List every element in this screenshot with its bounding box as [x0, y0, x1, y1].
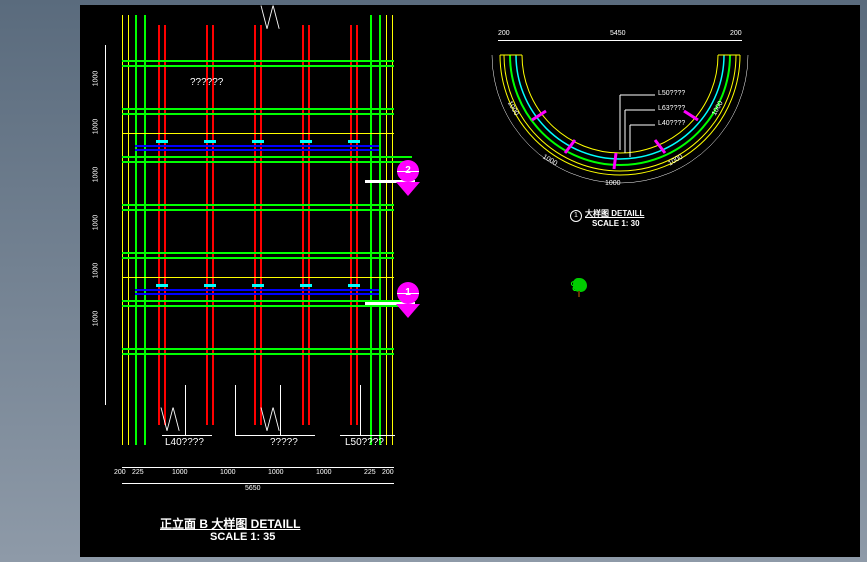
leader3h: [340, 435, 395, 436]
break-bot: ╲╱╲: [261, 407, 279, 432]
vline-r4a: [302, 25, 304, 425]
sec2-div: [397, 171, 419, 172]
vline-r5b: [356, 25, 358, 425]
arc-tdim3: 200: [730, 30, 742, 37]
conn2: [204, 140, 216, 143]
arc-tdim1: 200: [498, 30, 510, 37]
arc-svg: [480, 35, 760, 215]
conn5: [348, 140, 360, 143]
vdim5: 1000: [92, 263, 99, 279]
leader1h: [162, 435, 212, 436]
note-bl: L40????: [165, 437, 204, 448]
conn8: [252, 284, 264, 287]
hline-g4a: [122, 204, 394, 206]
hline-g4b: [122, 209, 394, 211]
vline-g4: [379, 15, 381, 445]
leader2h: [235, 435, 315, 436]
leader1: [185, 385, 186, 435]
arc-lbl3: L40????: [658, 120, 685, 127]
tree-blob: [573, 278, 587, 292]
hline-b2a: [135, 289, 379, 291]
break-bot2: ╲╱╲: [161, 407, 179, 432]
arc-lbl2: L63????: [658, 105, 685, 112]
hline-b1b: [135, 149, 379, 151]
conn3: [252, 140, 264, 143]
vline-g1: [135, 15, 137, 445]
vline-r4b: [308, 25, 310, 425]
hdim8: 200: [382, 469, 394, 476]
hdim4: 1000: [220, 469, 236, 476]
sec1-arrow: [396, 304, 420, 318]
sec1-div: [397, 293, 419, 294]
conn1: [156, 140, 168, 143]
sec2-arrow: [396, 182, 420, 196]
hline-g7a: [122, 348, 394, 350]
vline-r3b: [260, 25, 262, 425]
vline-r1b: [164, 25, 166, 425]
vline-outer-right: [392, 15, 393, 445]
vline-r5a: [350, 25, 352, 425]
vdim-line: [105, 45, 106, 405]
hline-g5a: [122, 252, 394, 254]
hdim-line1: [122, 467, 394, 468]
hline-g1a: [122, 60, 394, 62]
vdim2: 1000: [92, 119, 99, 135]
vdim3: 1000: [92, 167, 99, 183]
hdim3: 1000: [172, 469, 188, 476]
vline-y3: [386, 15, 387, 445]
arc-lbl1: L50????: [658, 90, 685, 97]
leader3: [360, 385, 361, 435]
tree-trunk: [578, 291, 580, 297]
conn10: [348, 284, 360, 287]
cad-canvas[interactable]: ?????? L40???? ????? L50???? ╲╱╲ ╲╱╲ ╲╱╲…: [80, 5, 860, 557]
hline-g6b: [122, 305, 412, 307]
vline-r3a: [254, 25, 256, 425]
conn6: [156, 284, 168, 287]
vline-r1a: [158, 25, 160, 425]
break-top: ╲╱╲: [261, 5, 279, 30]
hdim7: 225: [364, 469, 376, 476]
conn7: [204, 284, 216, 287]
leader2b: [280, 385, 281, 435]
elevation-title: 正立面 B 大样图 DETAILL: [160, 515, 300, 532]
arc-tdim2: 5450: [610, 30, 626, 37]
hline-y2: [122, 277, 394, 278]
hdim-line2: [122, 483, 394, 484]
hline-g3b: [122, 161, 412, 163]
conn4: [300, 140, 312, 143]
arc-title: 大样图 DETAILL: [585, 208, 644, 219]
leader2a: [235, 385, 236, 435]
note-top: ??????: [190, 77, 223, 88]
hline-g5b: [122, 257, 394, 259]
elevation-scale: SCALE 1: 35: [210, 531, 275, 543]
note-bm: ?????: [270, 437, 298, 448]
hline-b2b: [135, 293, 379, 295]
vdim6: 1000: [92, 311, 99, 327]
arc-sdim3: 1000: [605, 180, 621, 187]
hline-g1b: [122, 65, 394, 67]
vline-g3: [370, 15, 372, 445]
vdim4: 1000: [92, 215, 99, 231]
hdim5: 1000: [268, 469, 284, 476]
hdim1: 200: [114, 469, 126, 476]
hline-g2b: [122, 113, 394, 115]
arc-scale: SCALE 1: 30: [592, 219, 640, 228]
vdim1: 1000: [92, 71, 99, 87]
hdim-total: 5650: [245, 485, 261, 492]
hline-b1a: [135, 145, 379, 147]
hline-g7b: [122, 353, 394, 355]
hline-g3a: [122, 156, 412, 158]
hline-g2a: [122, 108, 394, 110]
arc-topdim-line: [498, 40, 742, 41]
hdim6: 1000: [316, 469, 332, 476]
note-br: L50????: [345, 437, 384, 448]
hdim2: 225: [132, 469, 144, 476]
arc-mark-circle: 1: [570, 210, 582, 222]
vline-y2: [128, 15, 129, 445]
vline-outer-left: [122, 15, 123, 445]
conn9: [300, 284, 312, 287]
vline-g2: [144, 15, 146, 445]
hline-y1: [122, 133, 394, 134]
